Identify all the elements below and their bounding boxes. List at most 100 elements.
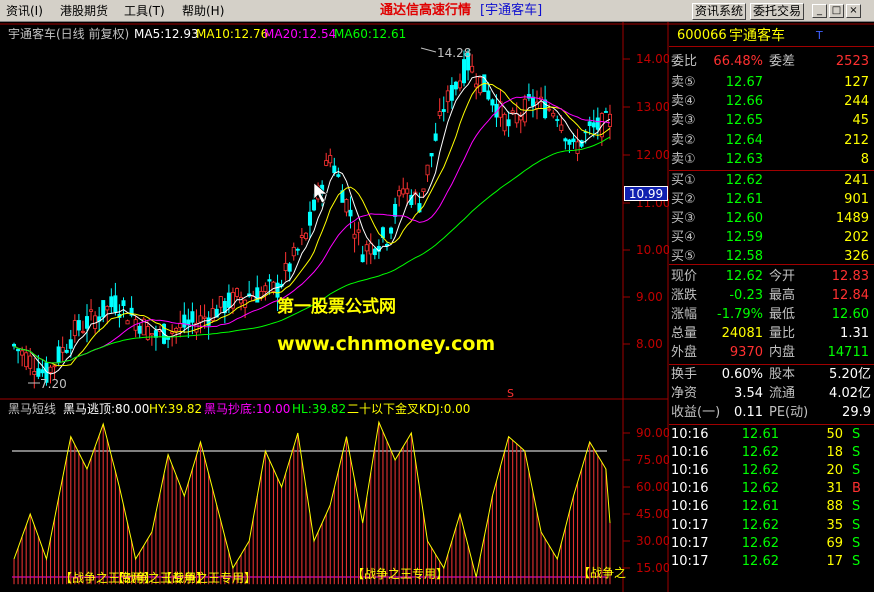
ask-level: 卖⑤ 12.67 127 (669, 74, 874, 92)
level-label: 买① (671, 173, 696, 188)
candle-body (312, 199, 317, 211)
level-label: 卖④ (671, 94, 696, 110)
indicator-line-5: 二十以下金叉KDJ:0.00 (347, 402, 471, 416)
candle-body (48, 366, 53, 373)
candle-body (40, 369, 45, 374)
stat-label: 今开 (769, 269, 796, 284)
tick-row: 10:16 12.61 50 S (669, 426, 874, 444)
candle-body (299, 235, 304, 238)
stat-value: 9370 (729, 345, 763, 360)
candle-body (457, 80, 462, 89)
candle-body (271, 281, 276, 292)
level-price: 12.63 (725, 151, 763, 167)
ask-level: 卖④ 12.66 244 (669, 93, 874, 111)
indicator-line-1: 黑马逃顶:80.00 (63, 402, 150, 416)
stat-row: 现价 12.62 今开 12.83 (669, 268, 874, 286)
stat-value: -1.79% (717, 307, 763, 322)
level-price: 12.66 (725, 94, 763, 110)
high-marker: 14.28 (437, 46, 472, 60)
candle-body (328, 155, 333, 164)
level-price: 12.64 (725, 132, 763, 148)
candle-body (389, 227, 394, 234)
fund-value: 3.54 (734, 386, 763, 401)
indicator-tick: 90.00 (636, 426, 671, 440)
candle-body (64, 349, 69, 353)
ask-level: 卖③ 12.65 45 (669, 112, 874, 130)
fund-value: 0.11 (734, 405, 763, 420)
candle-body (591, 122, 596, 128)
stat-value: 12.83 (831, 269, 869, 284)
tick-volume: 35 (826, 517, 843, 533)
candle-body (462, 59, 467, 84)
tick-volume: 18 (826, 445, 843, 461)
candle-body (226, 292, 231, 308)
indicator-line-4: HL:39.82 (292, 402, 347, 416)
tick-row: 10:17 12.62 35 S (669, 517, 874, 535)
stat-label: 总量 (671, 326, 698, 341)
level-volume: 1489 (835, 211, 869, 226)
candle-body (449, 84, 454, 101)
candle-body (587, 121, 592, 127)
fund-row: 净资 3.54 流通 4.02亿 (669, 385, 874, 403)
candle-body (20, 350, 25, 356)
tick-price: 12.62 (741, 553, 779, 569)
candle-body (113, 295, 118, 313)
candle-body (60, 347, 65, 353)
tick-row: 10:16 12.62 20 S (669, 462, 874, 480)
fund-label: 股本 (769, 367, 796, 382)
tick-volume: 31 (826, 481, 843, 497)
fund-value: 5.20亿 (829, 367, 871, 382)
tick-side: S (852, 427, 861, 442)
candle-body (474, 83, 479, 88)
tick-price: 12.61 (741, 427, 779, 442)
tick-time: 10:16 (671, 481, 709, 497)
stat-row: 涨幅 -1.79% 最低 12.60 (669, 306, 874, 324)
fund-label: 净资 (671, 386, 698, 401)
tick-volume: 69 (826, 535, 843, 551)
fund-label: 换手 (671, 367, 698, 382)
watermark-url: www.chnmoney.com (277, 333, 496, 355)
divider (669, 264, 874, 265)
stat-value: 12.60 (831, 307, 869, 322)
tick-price: 12.62 (741, 481, 779, 497)
candle-body (595, 117, 600, 130)
level-label: 买② (671, 192, 696, 207)
divider (669, 424, 874, 425)
candle-body (28, 355, 33, 369)
candle-body (344, 199, 349, 213)
stat-label: 外盘 (671, 345, 698, 360)
stock-flag: T (816, 29, 823, 42)
fund-value: 4.02亿 (829, 386, 871, 401)
tick-time: 10:17 (671, 535, 709, 551)
candle-body (149, 333, 154, 336)
candle-body (530, 96, 535, 107)
stat-value: 12.84 (831, 288, 869, 303)
candle-body (174, 327, 179, 332)
stat-row: 总量 24081 量比 1.31 (669, 325, 874, 343)
stat-row: 涨跌 -0.23 最高 12.84 (669, 287, 874, 305)
candle-body (421, 188, 426, 193)
candle-body (307, 211, 312, 226)
candle-body (356, 229, 361, 233)
sell-signal-marker: S (507, 387, 514, 400)
tick-time: 10:17 (671, 517, 709, 533)
stat-label: 量比 (769, 326, 796, 341)
candle-body (85, 316, 90, 329)
candle-body (239, 297, 244, 304)
candle-body (575, 141, 580, 154)
fund-label: PE(动) (769, 405, 809, 420)
fund-row: 换手 0.60% 股本 5.20亿 (669, 366, 874, 384)
candle-body (32, 371, 37, 375)
candle-body (283, 262, 288, 271)
ma5-label: MA5:12.93 (134, 27, 199, 41)
bid-level: 买④ 12.59 202 (669, 229, 874, 247)
bid-diff-value: 2523 (835, 54, 869, 69)
tick-price: 12.62 (741, 445, 779, 461)
stat-label: 内盘 (769, 345, 796, 360)
divider (669, 364, 874, 365)
candle-body (12, 343, 17, 347)
candle-body (303, 232, 308, 240)
candle-body (348, 209, 353, 217)
ma60-label: MA60:12.61 (334, 27, 407, 41)
indicator-banner: 【战争之 (578, 566, 627, 580)
